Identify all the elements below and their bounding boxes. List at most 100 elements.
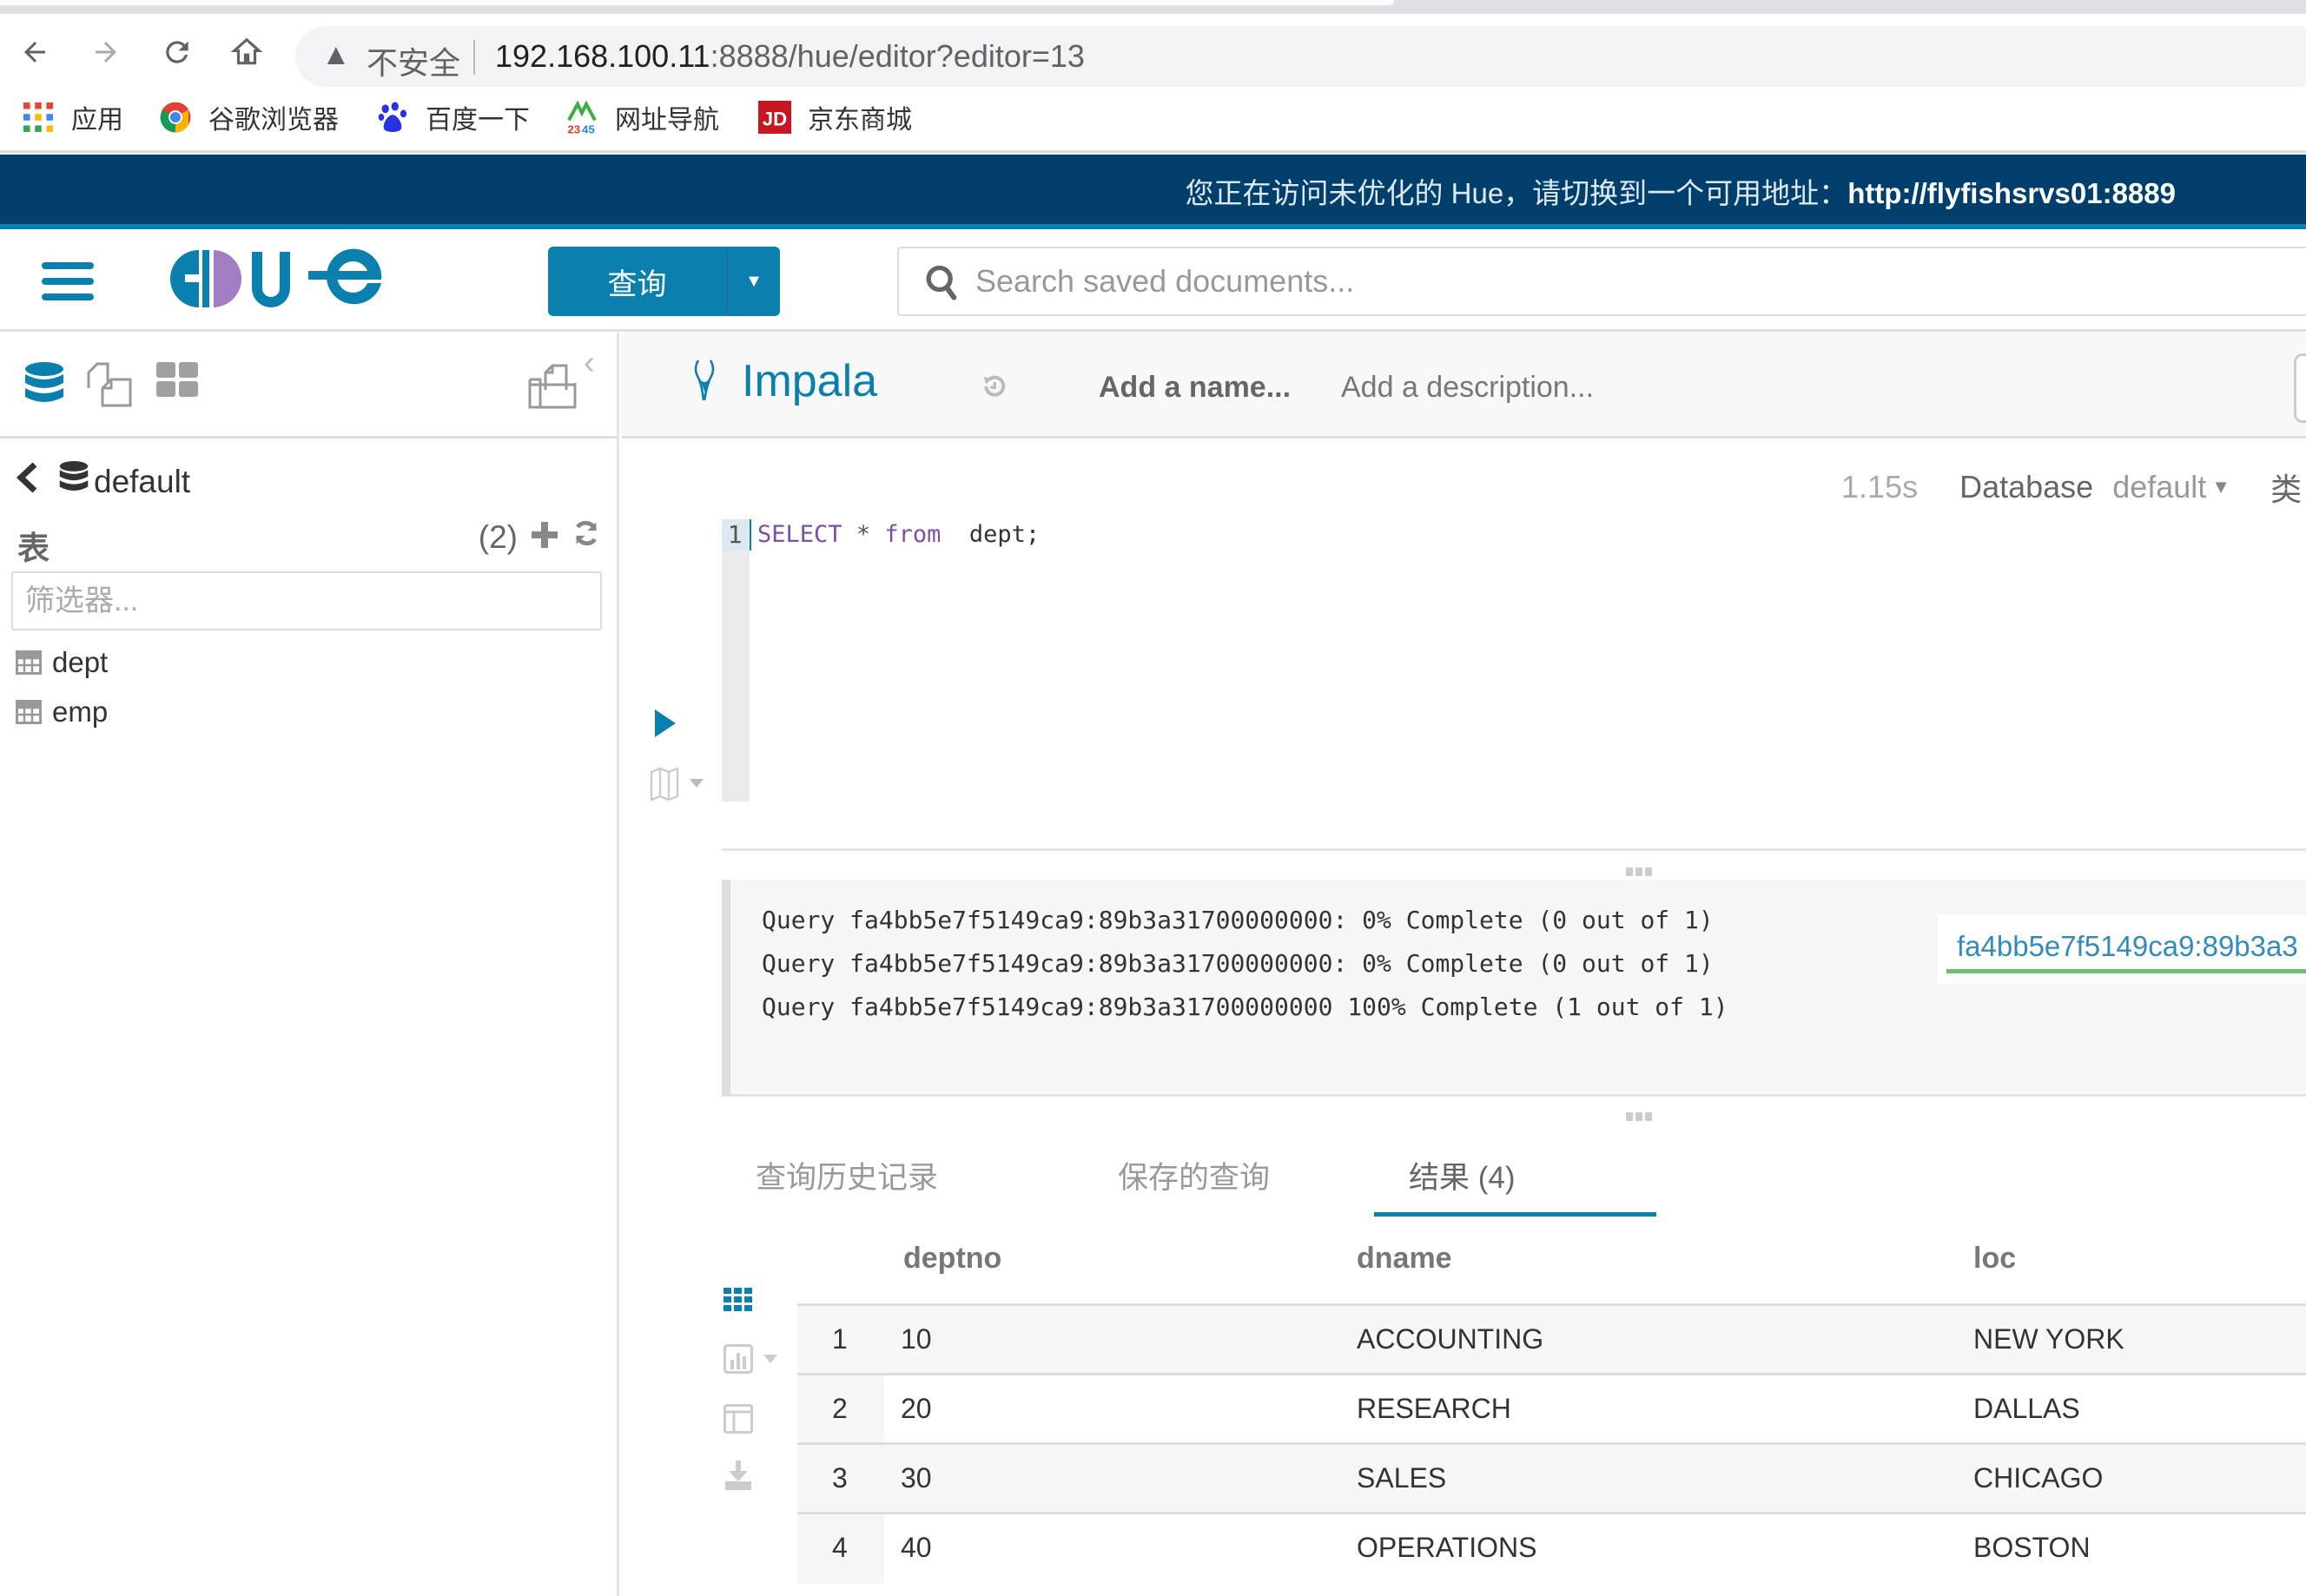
- snippet-settings-button[interactable]: [650, 767, 710, 801]
- browser-tab-strip: [0, 0, 2306, 14]
- cell-loc[interactable]: NEW YORK: [1973, 1323, 2124, 1355]
- bookmark-chrome[interactable]: 谷歌浏览器: [158, 96, 339, 139]
- log-line: Query fa4bb5e7f5149ca9:89b3a31700000000 …: [762, 993, 1728, 1021]
- cell-loc[interactable]: BOSTON: [1973, 1532, 2091, 1564]
- table-row[interactable]: 1 10 ACCOUNTING NEW YORK: [797, 1306, 2306, 1375]
- address-bar[interactable]: ▲ 不安全 192.168.100.11:8888/hue/editor?edi…: [295, 26, 2306, 87]
- apps-tab[interactable]: [156, 362, 198, 401]
- cell-dname[interactable]: OPERATIONS: [1357, 1532, 1536, 1564]
- sql-operator: *: [856, 521, 871, 548]
- sql-databases-tab[interactable]: [24, 362, 64, 413]
- forward-arrow-icon: [96, 42, 116, 63]
- url-text[interactable]: 192.168.100.11:8888/hue/editor?editor=13: [495, 38, 1085, 75]
- row-number: 3: [832, 1462, 848, 1494]
- bookmark-label: 应用: [71, 106, 123, 135]
- chart-view-button[interactable]: [724, 1344, 784, 1374]
- hamburger-bar: [42, 293, 94, 300]
- add-table-button[interactable]: [532, 519, 558, 556]
- table-row[interactable]: 2 20 RESEARCH DALLAS: [797, 1375, 2306, 1445]
- query-name-field[interactable]: Add a name...: [1099, 371, 1291, 405]
- warning-icon[interactable]: ▲: [321, 38, 351, 72]
- type-selector[interactable]: 类: [2270, 465, 2302, 510]
- cell-dname[interactable]: SALES: [1357, 1462, 1446, 1494]
- job-progress-bar: [1946, 969, 2306, 973]
- sql-editor-line[interactable]: SELECT * from dept;: [757, 519, 1040, 551]
- table-name: emp: [52, 696, 109, 728]
- caret-down-icon[interactable]: ▼: [2211, 476, 2230, 498]
- query-description-field[interactable]: Add a description...: [1341, 371, 1594, 405]
- table-filter-input[interactable]: [11, 571, 602, 630]
- collapse-panel-button[interactable]: ‹: [584, 345, 595, 382]
- editor-divider: [722, 848, 2306, 851]
- 2345-icon: 23 45: [565, 100, 599, 135]
- chevron-left-icon[interactable]: [14, 461, 38, 503]
- bookmark-label: 百度一下: [426, 106, 530, 135]
- resize-handle[interactable]: [1626, 1112, 1652, 1121]
- cell-deptno[interactable]: 20: [901, 1393, 932, 1425]
- table-item-dept[interactable]: dept: [16, 641, 108, 684]
- bookmark-jd[interactable]: JD 京东商城: [757, 96, 912, 139]
- bookmark-2345[interactable]: 23 45 网址导航: [565, 96, 719, 139]
- banner-message: 您正在访问未优化的 Hue，请切换到一个可用地址：http://flyfishs…: [1185, 170, 2176, 212]
- hamburger-bar: [42, 262, 94, 269]
- documents-tab[interactable]: [87, 362, 132, 412]
- column-panel-button[interactable]: [724, 1404, 753, 1434]
- editor-header-action-button[interactable]: [2294, 353, 2306, 423]
- hamburger-menu-button[interactable]: [42, 261, 94, 302]
- tab-query-history[interactable]: 查询历史记录: [756, 1153, 938, 1197]
- cell-dname[interactable]: RESEARCH: [1357, 1393, 1511, 1425]
- grid-view-button[interactable]: [724, 1288, 753, 1312]
- query-button-label[interactable]: 查询: [548, 247, 726, 316]
- chrome-icon: [158, 100, 193, 135]
- database-breadcrumb[interactable]: default: [14, 456, 190, 508]
- search-saved-documents[interactable]: [897, 247, 2306, 316]
- bookmark-label: 京东商城: [808, 106, 912, 135]
- folder-files-icon: [528, 364, 577, 409]
- column-header-dname[interactable]: dname: [1357, 1242, 1452, 1276]
- table-item-emp[interactable]: emp: [16, 690, 108, 734]
- download-button[interactable]: [724, 1461, 753, 1490]
- table-row[interactable]: 4 40 OPERATIONS BOSTON: [797, 1514, 2306, 1584]
- database-selector[interactable]: default: [2112, 469, 2206, 505]
- banner-text: 您正在访问未优化的 Hue，请切换到一个可用地址：: [1185, 177, 1848, 209]
- database-icon: [25, 362, 63, 402]
- hue-logo[interactable]: [169, 248, 387, 309]
- cell-deptno[interactable]: 30: [901, 1462, 932, 1494]
- reload-button[interactable]: [158, 33, 196, 71]
- home-button[interactable]: [228, 33, 266, 71]
- files-tab[interactable]: [528, 364, 577, 413]
- tab-results[interactable]: 结果 (4): [1409, 1153, 1516, 1197]
- security-label[interactable]: 不安全: [367, 38, 460, 83]
- forward-button[interactable]: [87, 33, 125, 71]
- column-header-deptno[interactable]: deptno: [903, 1242, 1001, 1276]
- plus-icon: [532, 521, 558, 548]
- cell-dname[interactable]: ACCOUNTING: [1357, 1323, 1543, 1355]
- editor-type-title[interactable]: Impala: [742, 355, 877, 407]
- cell-loc[interactable]: CHICAGO: [1973, 1462, 2103, 1494]
- table-icon: [16, 700, 42, 724]
- query-dropdown-toggle[interactable]: ▼: [728, 247, 780, 316]
- active-browser-tab[interactable]: [0, 0, 1394, 5]
- resize-handle[interactable]: [1626, 867, 1652, 876]
- row-number: 4: [832, 1532, 848, 1563]
- bookmarks-bar: 应用 谷歌浏览器 百度一下 23 45 网址导航 JD 京东商城: [0, 87, 2306, 153]
- back-button[interactable]: [16, 33, 54, 71]
- execute-query-button[interactable]: [653, 708, 679, 739]
- banner-link[interactable]: http://flyfishsrvs01:8889: [1847, 177, 2176, 209]
- tab-saved-queries[interactable]: 保存的查询: [1118, 1153, 1270, 1197]
- job-link[interactable]: fa4bb5e7f5149ca9:89b3a3: [1957, 930, 2298, 963]
- job-progress-box: fa4bb5e7f5149ca9:89b3a3: [1938, 914, 2306, 984]
- editor-snippet-header: Impala Add a name... Add a description..…: [622, 333, 2306, 439]
- bookmark-baidu[interactable]: 百度一下: [375, 96, 530, 139]
- table-row[interactable]: 3 30 SALES CHICAGO: [797, 1445, 2306, 1514]
- refresh-button[interactable]: [572, 518, 601, 556]
- bookmark-apps[interactable]: 应用: [21, 96, 123, 139]
- cell-deptno[interactable]: 10: [901, 1323, 932, 1355]
- column-header-loc[interactable]: loc: [1973, 1242, 2016, 1276]
- history-icon[interactable]: [981, 373, 1007, 400]
- cell-deptno[interactable]: 40: [901, 1532, 932, 1564]
- query-button[interactable]: 查询 ▼: [548, 247, 780, 316]
- search-input[interactable]: [975, 257, 2191, 306]
- row-number: 1: [832, 1323, 848, 1355]
- cell-loc[interactable]: DALLAS: [1973, 1393, 2080, 1425]
